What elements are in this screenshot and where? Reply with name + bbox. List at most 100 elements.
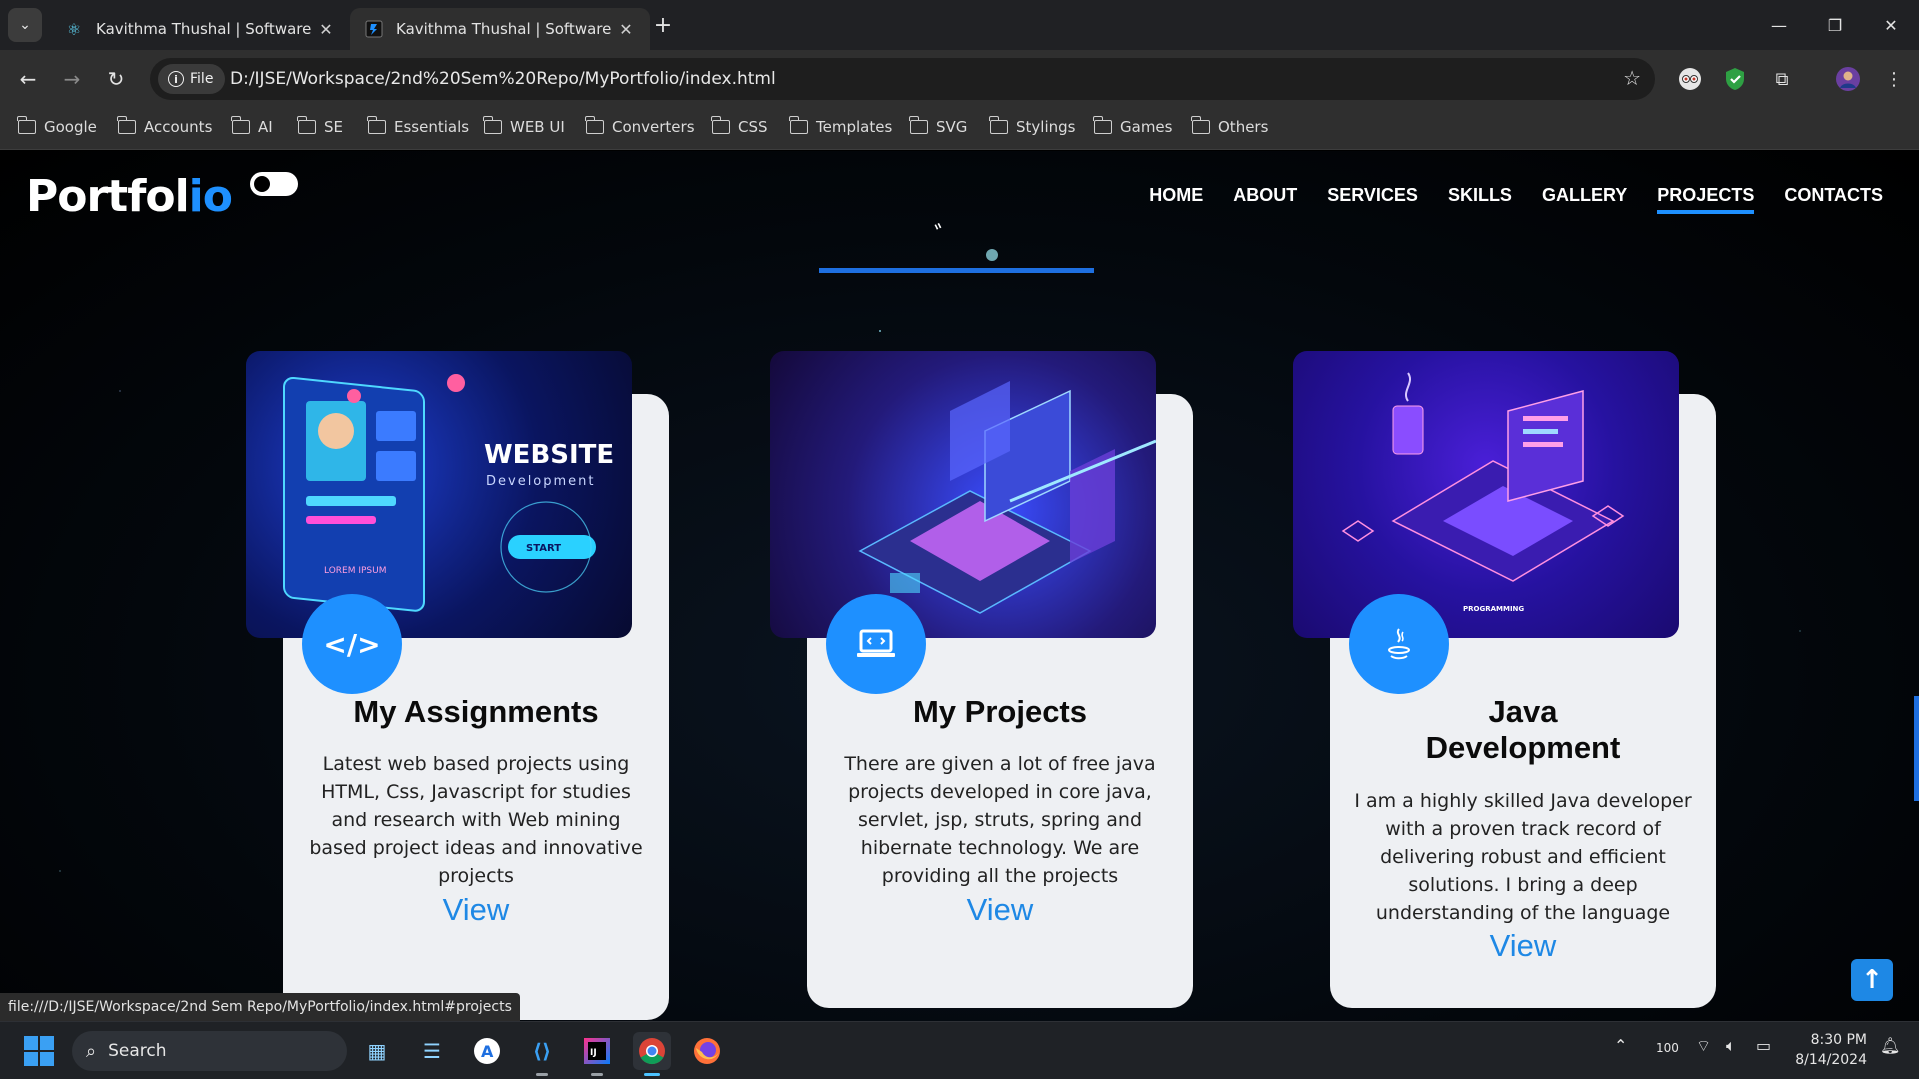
portfolio-page: Portfolio HOME ABOUT SERVICES SKILLS GAL… — [0, 151, 1919, 1021]
card-view-link[interactable]: View — [283, 892, 669, 928]
notepad-app-icon[interactable]: ☰ — [413, 1032, 451, 1070]
card-view-link[interactable]: View — [1330, 928, 1716, 964]
tab-2[interactable]: Kavithma Thushal | Software En ✕ — [350, 8, 650, 50]
windows-start-icon[interactable] — [24, 1036, 54, 1066]
nav-skills[interactable]: SKILLS — [1448, 185, 1512, 212]
clock-time: 8:30 PM — [1810, 1032, 1867, 1048]
folder-icon — [789, 116, 808, 134]
folder-icon — [909, 116, 928, 134]
battery-icon[interactable]: ▭ — [1756, 1036, 1771, 1055]
browser-menu-icon[interactable]: ⋮ — [1880, 65, 1908, 93]
url-text[interactable]: D:/IJSE/Workspace/2nd%20Sem%20Repo/MyPor… — [230, 58, 776, 100]
address-bar[interactable]: i File D:/IJSE/Workspace/2nd%20Sem%20Rep… — [150, 58, 1655, 100]
card-title: Java Development — [1425, 694, 1621, 765]
card-description: Latest web based projects using HTML, Cs… — [309, 753, 643, 887]
my-projects-image — [770, 351, 1156, 638]
forward-button[interactable]: → — [56, 63, 88, 95]
bookmark-folder-stylings[interactable]: Stylings — [989, 116, 1076, 136]
card-title: My Assignments — [353, 694, 599, 729]
windows-taskbar: ⌕ Search ▦ ☰ A ⟨⟩ IJ ⌃ 100 ⌔ 🔈︎ ▭ 8:30 P… — [0, 1021, 1919, 1079]
bookmark-label: Stylings — [1016, 118, 1076, 136]
bookmark-folder-converters[interactable]: Converters — [585, 116, 695, 136]
back-button[interactable]: ← — [12, 63, 44, 95]
clock-date: 8/14/2024 — [1795, 1052, 1867, 1068]
toggle-knob — [254, 176, 270, 192]
theme-toggle[interactable] — [250, 172, 298, 196]
folder-icon — [1191, 116, 1210, 134]
bookmark-label: Converters — [612, 118, 695, 136]
bookmark-folder-ai[interactable]: AI — [231, 116, 273, 136]
svg-text:IJ: IJ — [590, 1048, 597, 1058]
photos-app-icon[interactable]: ▦ — [358, 1032, 396, 1070]
taskbar-search[interactable]: ⌕ Search — [72, 1031, 347, 1071]
react-icon: ⚛ — [66, 19, 82, 39]
nav-home[interactable]: HOME — [1149, 185, 1203, 212]
bookmark-folder-css[interactable]: CSS — [711, 116, 768, 136]
firefox-app-icon[interactable] — [688, 1032, 726, 1070]
bookmark-label: Others — [1218, 118, 1269, 136]
bookmark-folder-essentials[interactable]: Essentials — [367, 116, 469, 136]
volume-icon[interactable]: 🔈︎ — [1726, 1036, 1736, 1056]
image-text-start: START — [526, 543, 561, 554]
chrome-app-icon[interactable] — [633, 1032, 671, 1076]
folder-icon — [1093, 116, 1112, 134]
nav-gallery[interactable]: GALLERY — [1542, 185, 1627, 212]
site-favicon-icon — [364, 19, 384, 39]
bookmark-folder-svg[interactable]: SVG — [909, 116, 967, 136]
close-icon[interactable]: ✕ — [616, 20, 636, 39]
site-info-chip[interactable]: i File — [158, 64, 226, 94]
bookmark-folder-templates[interactable]: Templates — [789, 116, 893, 136]
card-view-link[interactable]: View — [807, 892, 1193, 928]
minimize-button[interactable]: — — [1751, 0, 1807, 50]
laptop-code-icon — [826, 594, 926, 694]
scroll-to-top-button[interactable]: ↑ — [1851, 959, 1893, 1001]
new-tab-button[interactable]: + — [650, 12, 676, 38]
shield-extension-icon[interactable] — [1721, 65, 1749, 93]
restore-button[interactable]: ❐ — [1807, 0, 1863, 50]
file-chip-label: File — [190, 71, 214, 87]
image-text-development: Development — [486, 474, 596, 489]
reload-button[interactable]: ↻ — [100, 63, 132, 95]
tab-search-button[interactable]: ⌄ — [8, 8, 42, 42]
nav-contacts[interactable]: CONTACTS — [1784, 185, 1883, 212]
vscode-app-icon[interactable]: ⟨⟩ — [523, 1032, 561, 1076]
page-scrollbar-thumb[interactable] — [1914, 696, 1919, 801]
extension-eyes-icon[interactable] — [1676, 65, 1704, 93]
bookmark-folder-accounts[interactable]: Accounts — [117, 116, 212, 136]
battery-percent: 100 — [1656, 1041, 1679, 1055]
close-icon[interactable]: ✕ — [316, 20, 336, 39]
nav-projects[interactable]: PROJECTS — [1657, 185, 1755, 214]
window-close-button[interactable]: ✕ — [1863, 0, 1919, 50]
bookmark-star-icon[interactable]: ☆ — [1623, 66, 1641, 90]
tab-1[interactable]: ⚛ Kavithma Thushal | Software En ✕ — [50, 8, 350, 50]
search-icon: ⌕ — [86, 1040, 97, 1062]
website-development-image: WEBSITE Development START LOREM IPSUM — [246, 351, 632, 638]
profile-avatar[interactable] — [1834, 65, 1862, 93]
bookmark-folder-se[interactable]: SE — [297, 116, 343, 136]
folder-icon — [297, 116, 316, 134]
site-logo[interactable]: Portfolio — [26, 171, 233, 222]
intellij-app-icon[interactable]: IJ — [578, 1032, 616, 1076]
bookmark-folder-others[interactable]: Others — [1191, 116, 1269, 136]
notification-bell-icon[interactable]: 🔔︎ — [1880, 1036, 1900, 1055]
nav-services[interactable]: SERVICES — [1327, 185, 1418, 212]
image-text-lorem: LOREM IPSUM — [324, 566, 387, 576]
tray-overflow-chevron-icon[interactable]: ⌃ — [1614, 1036, 1627, 1055]
code-icon: </> — [302, 594, 402, 694]
wifi-icon[interactable]: ⌔ — [1696, 1036, 1711, 1056]
bookmark-folder-games[interactable]: Games — [1093, 116, 1172, 136]
extensions-puzzle-icon[interactable]: ⧉ — [1768, 65, 1796, 93]
programming-image: PROGRAMMING — [1293, 351, 1679, 638]
bookmark-folder-web-ui[interactable]: WEB UI — [483, 116, 565, 136]
card-description: There are given a lot of free java proje… — [844, 753, 1156, 887]
nav-about[interactable]: ABOUT — [1233, 185, 1297, 212]
image-text-programming: PROGRAMMING — [1463, 605, 1524, 613]
taskbar-clock[interactable]: 8:30 PM 8/14/2024 — [1795, 1030, 1867, 1070]
link-status-bar: file:///D:/IJSE/Workspace/2nd Sem Repo/M… — [0, 993, 520, 1021]
folder-icon — [367, 116, 386, 134]
a-app-icon[interactable]: A — [468, 1032, 506, 1070]
bookmark-folder-google[interactable]: Google — [17, 116, 97, 136]
bookmark-label: Google — [44, 118, 97, 136]
bookmark-label: Templates — [816, 118, 893, 136]
logo-accent-text: io — [188, 171, 233, 222]
